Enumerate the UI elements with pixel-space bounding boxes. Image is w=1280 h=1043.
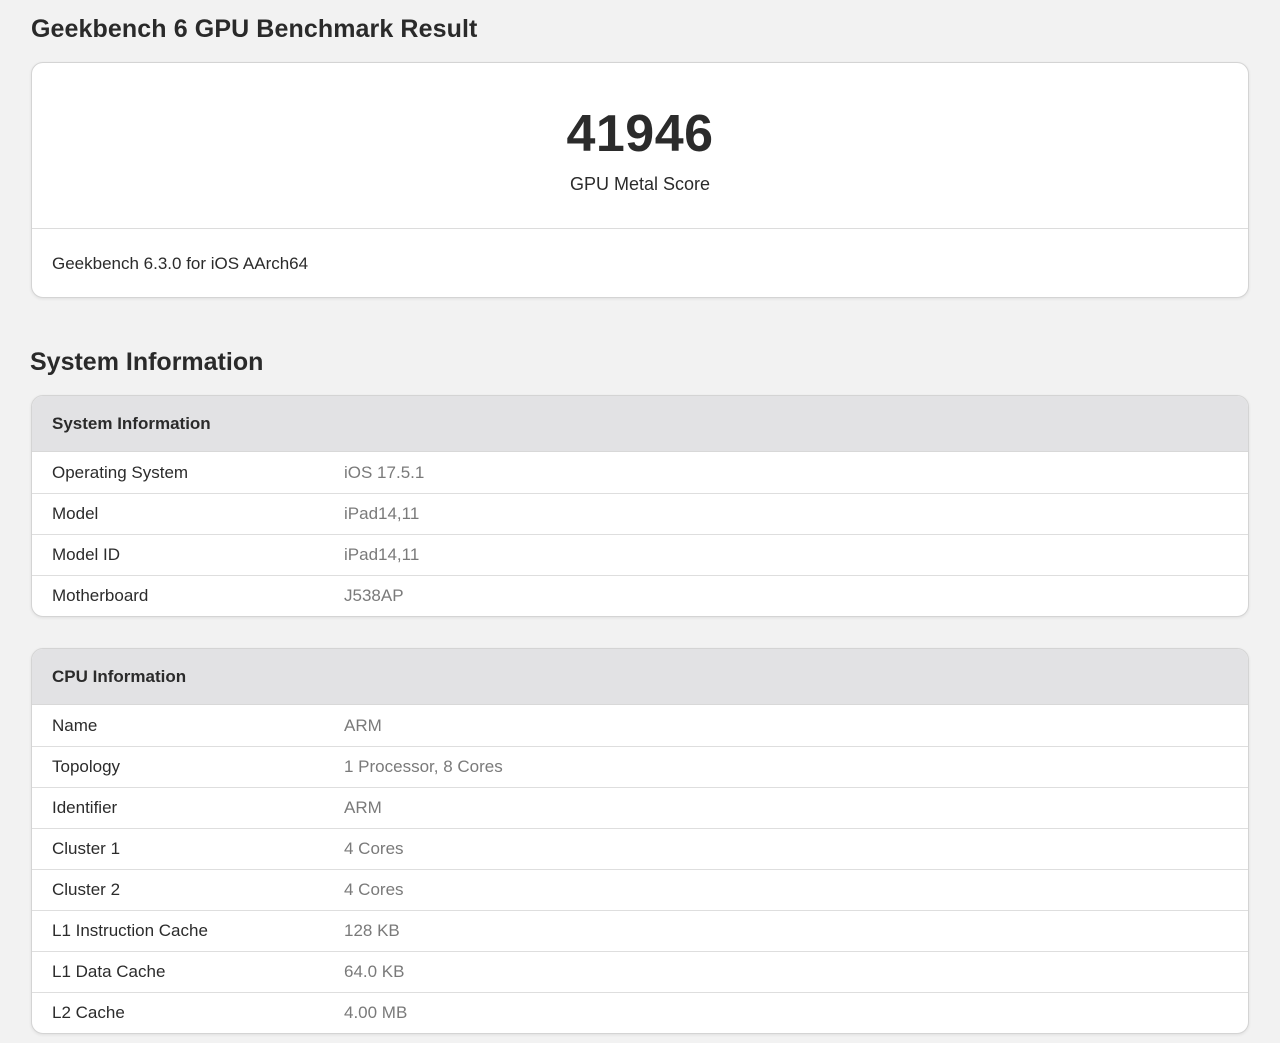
table-row: L2 Cache 4.00 MB [32, 992, 1248, 1033]
score-card: 41946 GPU Metal Score Geekbench 6.3.0 fo… [31, 62, 1249, 298]
row-key: Operating System [52, 462, 189, 482]
row-value: iPad14,11 [344, 545, 420, 564]
row-value: 1 Processor, 8 Cores [344, 757, 503, 776]
table-row: Cluster 1 4 Cores [32, 828, 1248, 869]
row-key: Cluster 1 [52, 839, 121, 858]
row-value: iOS 17.5.1 [344, 462, 425, 482]
table-row: L1 Data Cache 64.0 KB [32, 951, 1248, 992]
system-info-card: System Information Operating System iOS … [31, 395, 1249, 617]
gpu-score-label: GPU Metal Score [569, 174, 711, 194]
cpu-info-header: CPU Information [32, 649, 1248, 705]
page-title: Geekbench 6 GPU Benchmark Result [31, 15, 478, 43]
section-title: System Information [30, 348, 264, 376]
row-value: J538AP [344, 586, 404, 605]
table-row: Model iPad14,11 [32, 493, 1248, 534]
row-key: Name [52, 715, 98, 735]
row-value: 4.00 MB [344, 1003, 408, 1022]
row-value: 4 Cores [344, 839, 404, 858]
table-row: Operating System iOS 17.5.1 [32, 452, 1248, 493]
row-key: Model [52, 504, 99, 523]
row-value: 128 KB [344, 921, 400, 940]
row-key: L1 Instruction Cache [52, 921, 208, 940]
benchmark-version: Geekbench 6.3.0 for iOS AArch64 [52, 253, 309, 273]
cpu-info-card: CPU Information Name ARM Topology 1 Proc… [31, 648, 1249, 1034]
row-value: 64.0 KB [344, 962, 405, 981]
row-value: ARM [344, 798, 382, 817]
row-key: Motherboard [52, 586, 149, 605]
table-row: Identifier ARM [32, 787, 1248, 828]
row-value: 4 Cores [344, 880, 404, 899]
table-row: Name ARM [32, 705, 1248, 746]
row-key: Model ID [52, 545, 121, 564]
row-key: L2 Cache [52, 1003, 125, 1022]
table-row: Topology 1 Processor, 8 Cores [32, 746, 1248, 787]
page: Geekbench 6 GPU Benchmark Result 41946 G… [0, 0, 1280, 1043]
row-key: L1 Data Cache [52, 962, 166, 981]
row-key: Topology [52, 757, 121, 776]
row-key: Identifier [52, 798, 118, 817]
row-key: Cluster 2 [52, 880, 121, 899]
row-value: ARM [344, 715, 382, 735]
row-value: iPad14,11 [344, 504, 420, 523]
system-info-header: System Information [32, 396, 1248, 452]
table-row: Motherboard J538AP [32, 575, 1248, 616]
gpu-score-value: 41946 [566, 105, 714, 163]
table-row: L1 Instruction Cache 128 KB [32, 910, 1248, 951]
table-row: Cluster 2 4 Cores [32, 869, 1248, 910]
score-summary: 41946 GPU Metal Score [32, 63, 1248, 229]
table-row: Model ID iPad14,11 [32, 534, 1248, 575]
